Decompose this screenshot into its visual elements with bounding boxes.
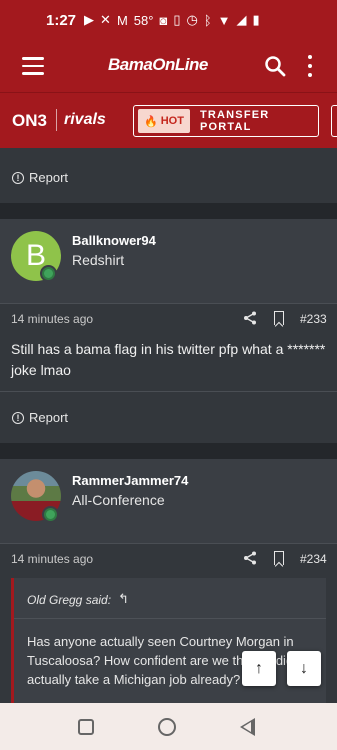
bookmark-icon[interactable] (274, 311, 284, 325)
temperature: 58° (133, 12, 154, 28)
report-button[interactable]: ! Report (12, 410, 68, 425)
username[interactable]: RammerJammer74 (72, 473, 188, 488)
brand-bar: ON3 rivals 🔥 HOT TRANSFER PORTAL (0, 92, 337, 148)
post-user-header: RammerJammer74 All-Conference (0, 459, 337, 543)
flame-icon: 🔥 (144, 115, 158, 128)
bookmark-icon[interactable] (274, 551, 284, 565)
scroll-down-button[interactable]: ↓ (287, 651, 321, 686)
arrow-down-icon: ↓ (300, 659, 308, 677)
post-separator (0, 203, 337, 219)
alarm-icon: ◷ (186, 12, 198, 27)
post-user-header: B Ballknower94 Redshirt (0, 219, 337, 303)
arrow-up-icon: ↑ (255, 659, 263, 677)
user-title: All-Conference (72, 492, 165, 508)
online-status-icon (40, 265, 57, 282)
alert-icon: ! (12, 411, 24, 424)
battery-saver-icon: ▯ (173, 12, 181, 27)
post-time[interactable]: 14 minutes ago (11, 552, 93, 566)
search-icon[interactable] (264, 55, 286, 77)
rivals-logo[interactable]: rivals (64, 111, 106, 129)
recents-icon[interactable] (78, 719, 94, 735)
post-meta: 14 minutes ago #234 (0, 544, 337, 574)
share-icon[interactable] (243, 311, 257, 325)
gmail-icon: M (116, 12, 128, 28)
wifi-icon: ▼ (217, 12, 231, 28)
camera-icon: ◙ (159, 12, 168, 28)
site-logo[interactable]: BamaOnLine (108, 55, 208, 75)
report-label: Report (29, 170, 69, 185)
transfer-portal-label: TRANSFER PORTAL (199, 109, 270, 133)
post-time[interactable]: 14 minutes ago (11, 312, 93, 326)
on3-logo[interactable]: ON3 (12, 111, 47, 131)
post-meta: 14 minutes ago #233 (0, 304, 337, 334)
quote-author[interactable]: Old Gregg said: (27, 593, 111, 607)
hot-badge: 🔥 HOT (138, 109, 190, 133)
back-icon[interactable] (240, 718, 255, 736)
report-button[interactable]: ! Report (12, 170, 68, 185)
quote-divider (14, 618, 326, 619)
more-options-icon[interactable] (305, 55, 315, 77)
post-body: Still has a bama flag in his twitter pfp… (11, 341, 326, 378)
post-tail: ! Report (0, 148, 337, 203)
share-icon[interactable] (243, 551, 257, 565)
status-bar: 1:27 ▶ ✕ M 58° ◙ ▯ ◷ ᛒ ▼ ◢ ▮ (0, 0, 337, 40)
home-icon[interactable] (158, 718, 176, 736)
signal-icon: ◢ (236, 12, 247, 27)
bluetooth-icon: ᛒ (203, 12, 212, 28)
user-title: Redshirt (72, 252, 125, 268)
next-pill-edge[interactable] (331, 105, 337, 137)
divider (0, 391, 337, 392)
quote-block: Old Gregg said: ↰ Has anyone actually se… (11, 578, 326, 703)
transfer-portal-button[interactable]: 🔥 HOT TRANSFER PORTAL (133, 105, 319, 137)
menu-icon[interactable] (22, 57, 44, 75)
post-separator (0, 443, 337, 459)
hot-label: HOT (160, 115, 184, 127)
alert-icon: ! (12, 171, 24, 184)
app-bar: BamaOnLine (0, 40, 337, 92)
online-status-icon (42, 506, 59, 523)
report-label: Report (29, 410, 69, 425)
x-icon: ✕ (100, 12, 111, 27)
post-number[interactable]: #233 (300, 312, 327, 326)
scroll-up-button[interactable]: ↑ (242, 651, 276, 686)
post-number[interactable]: #234 (300, 552, 327, 566)
brand-divider (56, 109, 57, 131)
system-nav-bar (0, 703, 337, 750)
status-icons: ▶ ✕ M 58° ◙ ▯ ◷ ᛒ ▼ ◢ ▮ (84, 12, 260, 28)
jump-to-quote-icon[interactable]: ↰ (118, 591, 129, 607)
status-time: 1:27 (46, 11, 77, 29)
youtube-icon: ▶ (84, 12, 95, 27)
battery-icon: ▮ (252, 12, 260, 27)
username[interactable]: Ballknower94 (72, 233, 156, 248)
